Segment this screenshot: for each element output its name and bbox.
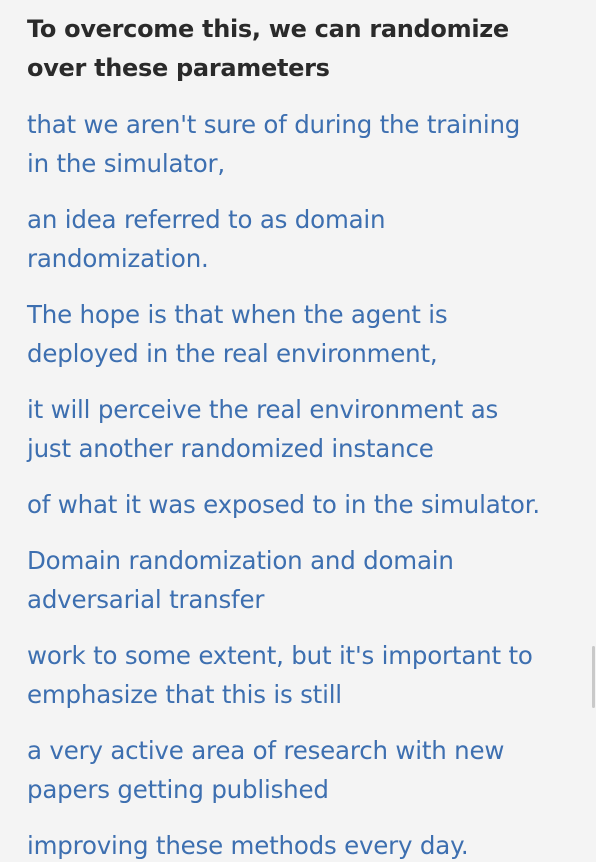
segment-line: deployed in the real environment, — [27, 339, 438, 368]
heading-line: over these parameters — [27, 54, 330, 82]
transcript-panel: To overcome this, we can randomize over … — [27, 10, 589, 862]
segment-line: Domain randomization and domain — [27, 546, 454, 575]
scrollbar-thumb[interactable] — [592, 646, 595, 708]
transcript-segment[interactable]: improving these methods every day. — [27, 826, 589, 862]
transcript-segment[interactable]: an idea referred to as domain randomizat… — [27, 200, 589, 278]
segment-line: work to some extent, but it's important … — [27, 641, 533, 670]
segment-line: in the simulator, — [27, 149, 225, 178]
segment-line: papers getting published — [27, 775, 329, 804]
active-transcript-segment[interactable]: To overcome this, we can randomize over … — [27, 10, 589, 88]
segment-line: that we aren't sure of during the traini… — [27, 110, 521, 139]
transcript-segment[interactable]: The hope is that when the agent is deplo… — [27, 295, 589, 373]
segment-line: adversarial transfer — [27, 585, 265, 614]
segment-line: it will perceive the real environment as — [27, 395, 499, 424]
transcript-segment[interactable]: of what it was exposed to in the simulat… — [27, 485, 589, 524]
segment-line: randomization. — [27, 244, 209, 273]
transcript-segment[interactable]: that we aren't sure of during the traini… — [27, 105, 589, 183]
segment-line: The hope is that when the agent is — [27, 300, 448, 329]
transcript-segment[interactable]: work to some extent, but it's important … — [27, 636, 589, 714]
segment-line: of what it was exposed to in the simulat… — [27, 490, 540, 519]
transcript-segment[interactable]: it will perceive the real environment as… — [27, 390, 589, 468]
transcript-segment[interactable]: Domain randomization and domain adversar… — [27, 541, 589, 619]
segment-line: emphasize that this is still — [27, 680, 342, 709]
transcript-segment[interactable]: a very active area of research with new … — [27, 731, 589, 809]
segment-line: a very active area of research with new — [27, 736, 505, 765]
heading-line: To overcome this, we can randomize — [27, 15, 509, 43]
segment-line: just another randomized instance — [27, 434, 434, 463]
segment-line: an idea referred to as domain — [27, 205, 386, 234]
segment-line: improving these methods every day. — [27, 831, 469, 860]
transcript-segment-list: that we aren't sure of during the traini… — [27, 105, 589, 862]
